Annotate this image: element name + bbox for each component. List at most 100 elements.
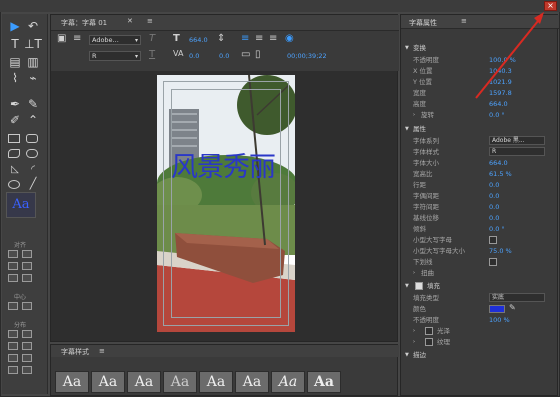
property-value[interactable]: 100 % [489, 315, 510, 325]
type-tool-icon[interactable]: T [6, 36, 24, 52]
align-left-icon[interactable] [8, 250, 18, 258]
rounded-corner-tool-icon[interactable] [26, 149, 38, 158]
font-style-dropdown[interactable]: R [489, 147, 545, 156]
property-row[interactable]: 颜色 ✎ [401, 303, 559, 314]
property-value[interactable]: 61.5 % [489, 169, 512, 179]
property-row[interactable]: 小型大写字母 [401, 235, 559, 245]
expand-triangle-icon[interactable]: ▼ [405, 43, 409, 53]
vertical-type-tool-icon[interactable]: ⊥T [24, 36, 42, 52]
fill-section-header[interactable]: ▼ 填充 [401, 281, 559, 291]
collapse-triangle-icon[interactable]: › [413, 337, 415, 347]
sheen-checkbox[interactable] [425, 327, 433, 335]
align-center-h-icon[interactable] [8, 262, 18, 270]
collapse-triangle-icon[interactable]: › [413, 268, 415, 278]
style-swatch[interactable]: Aa [55, 371, 89, 393]
property-row[interactable]: 字体系列 Adobe 黑... [401, 136, 559, 146]
property-value[interactable]: 75.0 % [489, 246, 512, 256]
align-right-icon[interactable] [8, 274, 18, 282]
style-swatch[interactable]: Aa [199, 371, 233, 393]
align-left-text-icon[interactable]: ≡ [241, 33, 249, 44]
rotation-tool-icon[interactable]: ↶ [24, 18, 42, 34]
distribute-bottom-icon[interactable] [22, 354, 32, 362]
property-value[interactable]: 0.0 [489, 191, 499, 201]
style-swatch[interactable]: Aa [163, 371, 197, 393]
panel-menu-icon[interactable]: ≡ [147, 17, 153, 25]
distribute-right-icon[interactable] [8, 354, 18, 362]
texture-checkbox[interactable] [425, 338, 433, 346]
property-row[interactable]: 小型大写字母大小 75.0 % [401, 246, 559, 256]
fill-enabled-checkbox[interactable] [415, 282, 423, 290]
font-size-value[interactable]: 664.0 [189, 36, 208, 44]
small-caps-checkbox[interactable] [489, 236, 497, 244]
property-row[interactable]: 字体样式 R [401, 147, 559, 157]
add-anchor-tool-icon[interactable]: ✐ [6, 112, 24, 128]
fill-color-swatch[interactable] [489, 305, 505, 313]
property-row[interactable]: › 纹理 [401, 337, 559, 347]
selection-tool-icon[interactable]: ▶ [6, 18, 24, 34]
clipped-rectangle-tool-icon[interactable] [8, 149, 20, 158]
kerning-value[interactable]: 0.0 [189, 52, 199, 60]
distribute-h-space-icon[interactable] [8, 366, 18, 374]
roll-crawl-icon[interactable]: ≡ [73, 33, 81, 44]
template-icon[interactable]: ▯ [255, 49, 261, 60]
attributes-section-header[interactable]: ▼ 属性 [401, 124, 559, 134]
underline-icon[interactable]: T [149, 49, 155, 60]
property-row[interactable]: › 旋转 0.0 ° [401, 110, 559, 120]
center-horizontal-icon[interactable] [8, 302, 18, 310]
close-tab-icon[interactable]: ✕ [127, 17, 133, 25]
expand-triangle-icon[interactable]: ▼ [405, 124, 409, 134]
stroke-section-header[interactable]: ▼ 描边 [401, 350, 559, 360]
property-value[interactable]: 0.0 ° [489, 110, 505, 120]
expand-triangle-icon[interactable]: ▼ [405, 350, 409, 360]
property-value[interactable]: 664.0 [489, 158, 508, 168]
title-canvas[interactable]: 风景秀丽 [157, 75, 295, 332]
property-row[interactable]: 不透明度 100 % [401, 315, 559, 325]
show-background-video-icon[interactable]: ◉ [285, 33, 294, 44]
collapse-triangle-icon[interactable]: › [413, 110, 415, 120]
property-value[interactable]: 0.0 ° [489, 224, 505, 234]
property-row[interactable]: 字偶间距 0.0 [401, 191, 559, 201]
align-top-icon[interactable] [22, 250, 32, 258]
style-swatch[interactable]: Aa [91, 371, 125, 393]
new-title-icon[interactable]: ▣ [57, 33, 66, 44]
path-type-tool-icon[interactable]: ⌇ [6, 70, 24, 86]
wedge-tool-icon[interactable]: ◺ [6, 162, 24, 178]
rounded-rectangle-tool-icon[interactable] [26, 134, 38, 143]
fill-type-dropdown[interactable]: 实底 [489, 293, 545, 302]
pen-tool-icon[interactable]: ✒ [6, 96, 24, 112]
line-tool-icon[interactable]: ╱ [24, 176, 42, 192]
distribute-center-h-icon[interactable] [8, 342, 18, 350]
distribute-v-space-icon[interactable] [22, 366, 32, 374]
delete-anchor-tool-icon[interactable]: ✎ [24, 96, 42, 112]
font-style-dropdown[interactable]: R ▾ [89, 51, 141, 61]
style-swatch[interactable]: Aa [271, 371, 305, 393]
property-row[interactable]: 字体大小 664.0 [401, 158, 559, 168]
vertical-area-type-tool-icon[interactable]: ▥ [24, 54, 42, 70]
property-row[interactable]: 下划线 [401, 257, 559, 267]
property-value[interactable]: 0.0 [489, 213, 499, 223]
timecode-value[interactable]: 00;00;39;22 [287, 52, 327, 60]
leading-value[interactable]: 0.0 [219, 52, 229, 60]
align-right-text-icon[interactable]: ≡ [269, 33, 277, 44]
tab-stops-icon[interactable]: ▭ [241, 49, 250, 60]
vertical-path-type-tool-icon[interactable]: ⌁ [24, 70, 42, 86]
property-row[interactable]: 倾斜 0.0 ° [401, 224, 559, 234]
align-center-text-icon[interactable]: ≡ [255, 33, 263, 44]
distribute-top-icon[interactable] [22, 330, 32, 338]
convert-anchor-tool-icon[interactable]: ⌃ [24, 112, 42, 128]
property-row[interactable]: 宽高比 61.5 % [401, 169, 559, 179]
property-row[interactable]: › 光泽 [401, 326, 559, 336]
panel-menu-icon[interactable]: ≡ [461, 17, 467, 25]
distribute-left-icon[interactable] [8, 330, 18, 338]
property-value[interactable]: 0.0 [489, 202, 499, 212]
rectangle-tool-icon[interactable] [8, 134, 20, 143]
align-center-v-icon[interactable] [22, 262, 32, 270]
editor-tab-title[interactable]: 字幕：字幕 01 [61, 18, 107, 28]
area-type-tool-icon[interactable]: ▤ [6, 54, 24, 70]
title-text-object[interactable]: 风景秀丽 [171, 145, 276, 184]
property-row[interactable]: 填充类型 实底 [401, 293, 559, 303]
collapse-triangle-icon[interactable]: › [413, 326, 415, 336]
expand-triangle-icon[interactable]: ▼ [405, 281, 409, 291]
property-row[interactable]: 字符间距 0.0 [401, 202, 559, 212]
center-vertical-icon[interactable] [22, 302, 32, 310]
